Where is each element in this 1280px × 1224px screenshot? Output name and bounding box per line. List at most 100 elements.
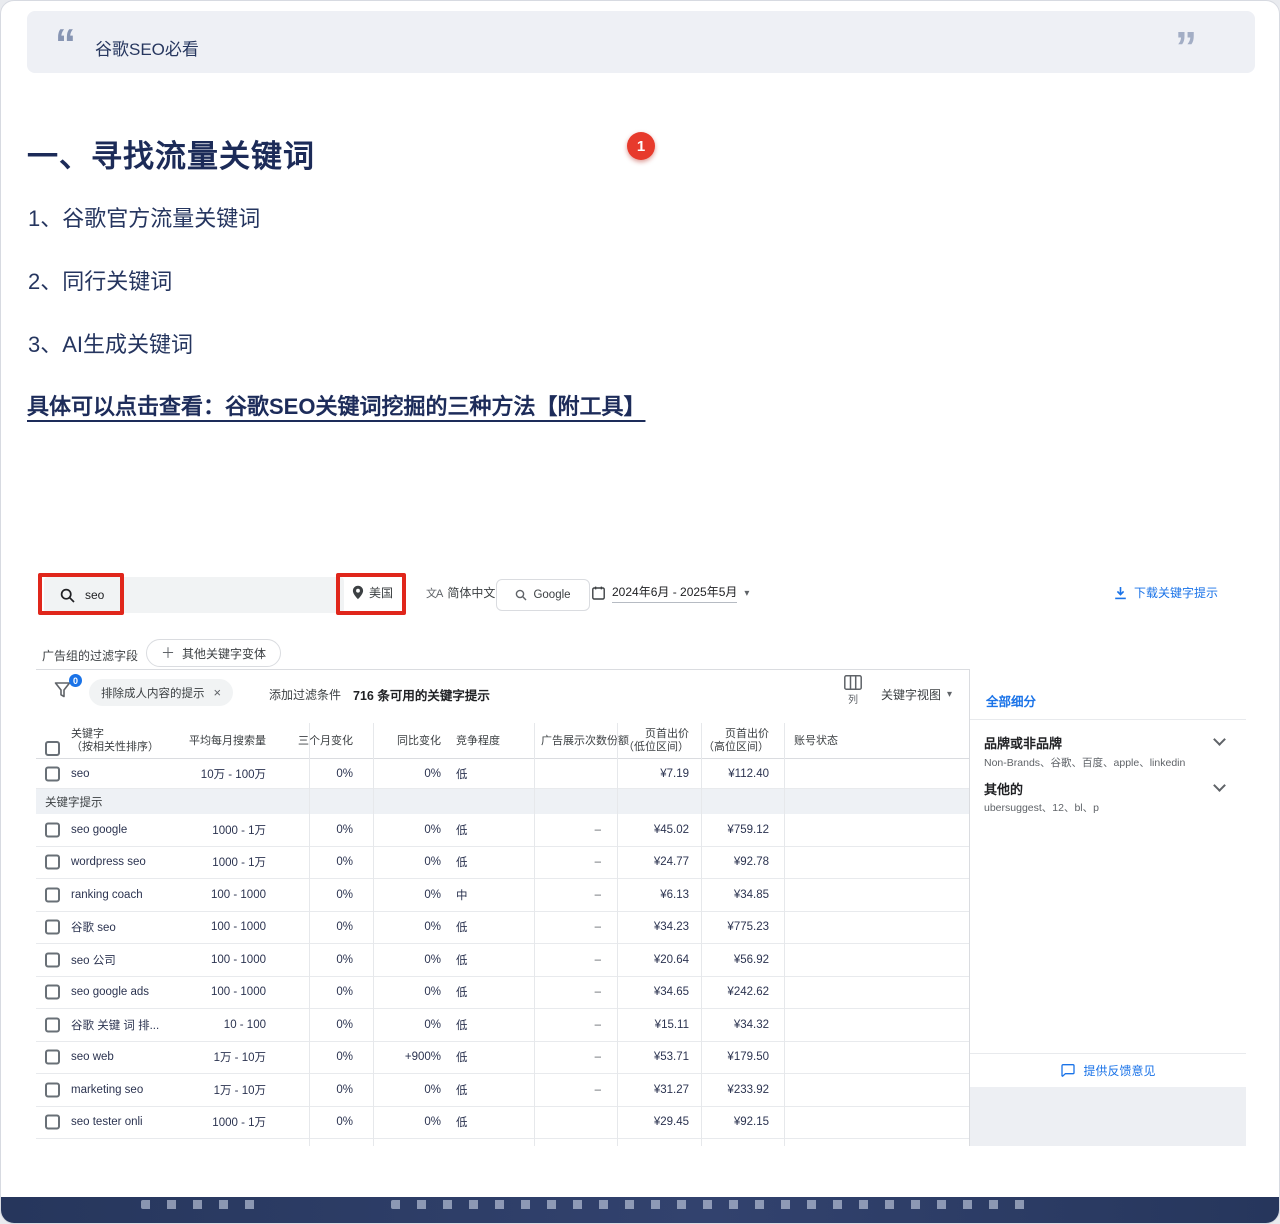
ad-share-cell: – [595, 1019, 601, 1031]
competition-cell: 低 [456, 1114, 468, 1130]
chevron-down-icon[interactable] [1213, 733, 1226, 746]
network-chip[interactable]: Google [496, 579, 590, 611]
header-ad-impression-share[interactable]: 广告展示次数份额 [541, 735, 629, 748]
bid-high-cell: ¥56.92 [734, 954, 769, 966]
bid-high-cell: ¥775.23 [727, 921, 769, 933]
row-checkbox[interactable] [45, 822, 60, 837]
keyword-cell: 谷歌 seo [71, 919, 116, 935]
keyword-cell: seo [71, 768, 90, 780]
date-range-dropdown[interactable]: 2024年6月 - 2025年5月 ▾ [592, 583, 749, 603]
columns-label: 列 [848, 691, 858, 706]
bid-high-cell: ¥233.92 [727, 1084, 769, 1096]
row-checkbox[interactable] [45, 887, 60, 902]
cutoff-text-fragment [391, 1200, 1031, 1209]
row-checkbox[interactable] [45, 1115, 60, 1130]
keyword-ideas-section-row: 关键字提示 [36, 789, 969, 814]
columns-button[interactable]: 列 [844, 675, 862, 706]
keyword-cell: ranking coach [71, 889, 143, 901]
header-3month-change[interactable]: 三个月变化 [298, 735, 353, 748]
network-label: Google [533, 589, 570, 601]
change-3m-cell: 0% [336, 986, 353, 998]
header-competition[interactable]: 竞争程度 [456, 735, 500, 748]
step-badge: 1 [627, 132, 655, 160]
bid-low-cell: ¥29.45 [654, 1116, 689, 1128]
close-icon[interactable]: × [214, 685, 222, 700]
header-volume[interactable]: 平均每月搜索量 [189, 735, 266, 748]
google-search-icon [515, 589, 527, 601]
row-checkbox[interactable] [45, 985, 60, 1000]
competition-cell: 低 [456, 919, 468, 935]
quote-box: “ 谷歌SEO必看 ” [27, 11, 1255, 73]
feedback-label: 提供反馈意见 [1083, 1062, 1155, 1079]
keyword-cell: 谷歌 关键 词 排... [71, 1017, 159, 1033]
header-top-bid-low[interactable]: 页首出价（低位区间） [623, 728, 689, 754]
download-keyword-ideas-button[interactable]: 下载关键字提示 [1114, 584, 1218, 601]
columns-icon [844, 675, 862, 690]
cutoff-text-fragment [141, 1200, 261, 1209]
table-row: 谷歌 seo100 - 10000%0%低–¥34.23¥775.23 [36, 912, 969, 945]
volume-cell: 100 - 1000 [211, 889, 266, 901]
table-row: seo tester onli1000 - 1万0%0%低¥29.45¥92.1… [36, 1107, 969, 1140]
language-button[interactable]: 文A 简体中文 [426, 584, 495, 601]
bid-high-cell: ¥242.62 [727, 986, 769, 998]
row-checkbox[interactable] [45, 1082, 60, 1097]
table-header: 关键字（按相关性排序） 平均每月搜索量 三个月变化 同比变化 竞争程度 广告展示… [36, 723, 969, 759]
download-label: 下载关键字提示 [1134, 584, 1218, 601]
keyword-view-dropdown[interactable]: 关键字视图 ▾ [881, 686, 952, 703]
volume-cell: 100 - 1000 [211, 954, 266, 966]
volume-cell: 100 - 1000 [211, 921, 266, 933]
column-divider [309, 723, 310, 1146]
caret-down-icon: ▾ [947, 689, 952, 700]
article-link[interactable]: 具体可以点击查看：谷歌SEO关键词挖掘的三种方法【附工具】 [27, 389, 645, 421]
bid-high-cell: ¥92.78 [734, 856, 769, 868]
bid-high-cell: ¥34.85 [734, 889, 769, 901]
chip-label: 排除成人内容的提示 [101, 685, 205, 701]
variant-chip-label: 其他关键字变体 [182, 645, 266, 662]
table-row: marketing seo1万 - 10万0%0%低–¥31.27¥233.92 [36, 1074, 969, 1107]
list-item-2: 2、同行关键词 [28, 264, 172, 296]
exclude-adult-chip[interactable]: 排除成人内容的提示 × [89, 679, 233, 706]
table-row: seo web1万 - 10万0%+900%低–¥53.71¥179.50 [36, 1042, 969, 1075]
ad-share-cell: – [595, 921, 601, 933]
row-checkbox[interactable] [45, 766, 60, 781]
bid-low-cell: ¥20.64 [654, 954, 689, 966]
change-3m-cell: 0% [336, 889, 353, 901]
yoy-cell: 0% [424, 768, 441, 780]
feedback-button[interactable]: 提供反馈意见 [970, 1053, 1246, 1087]
row-checkbox[interactable] [45, 1017, 60, 1032]
add-filter-button[interactable]: 添加过滤条件 [269, 686, 341, 703]
row-checkbox[interactable] [45, 1050, 60, 1065]
panel-gray-area [970, 1087, 1246, 1146]
column-divider [534, 723, 535, 1146]
chevron-down-icon[interactable] [1213, 779, 1226, 792]
bid-high-cell: ¥179.50 [727, 1051, 769, 1063]
panel-header-link[interactable]: 全部细分 [986, 691, 1036, 710]
keyword-cell: seo web [71, 1051, 114, 1063]
row-checkbox[interactable] [45, 920, 60, 935]
select-all-checkbox[interactable] [45, 741, 60, 756]
header-yoy-change[interactable]: 同比变化 [397, 735, 441, 748]
bid-low-cell: ¥24.77 [654, 856, 689, 868]
row-checkbox[interactable] [45, 952, 60, 967]
header-top-bid-high[interactable]: 页首出价（高位区间） [703, 728, 769, 754]
competition-cell: 中 [456, 887, 468, 903]
yoy-cell: 0% [424, 1116, 441, 1128]
panel-section-brand[interactable]: 品牌或非品牌 [984, 733, 1062, 752]
row-checkbox[interactable] [45, 855, 60, 870]
download-icon [1114, 586, 1127, 600]
bid-high-cell: ¥92.15 [734, 1116, 769, 1128]
bid-high-cell: ¥112.40 [728, 768, 769, 780]
adgroup-filter-label: 广告组的过滤字段 [42, 647, 138, 664]
panel-section-other[interactable]: 其他的 [984, 779, 1023, 798]
volume-cell: 100 - 1000 [211, 986, 266, 998]
column-divider [701, 723, 702, 1146]
search-highlight-box [38, 573, 124, 615]
table-row: 谷歌 关键 词 排...10 - 1000%0%低–¥15.11¥34.32 [36, 1009, 969, 1042]
volume-cell: 10万 - 100万 [201, 766, 266, 782]
ad-share-cell: – [595, 1084, 601, 1096]
ad-share-cell: – [595, 1051, 601, 1063]
panel-section-brand-values: Non-Brands、谷歌、百度、apple、linkedin [984, 755, 1185, 770]
yoy-cell: 0% [424, 856, 441, 868]
add-keyword-variant-chip[interactable]: ＋ 其他关键字变体 [146, 639, 281, 667]
quote-close-icon: ” [1175, 31, 1197, 65]
